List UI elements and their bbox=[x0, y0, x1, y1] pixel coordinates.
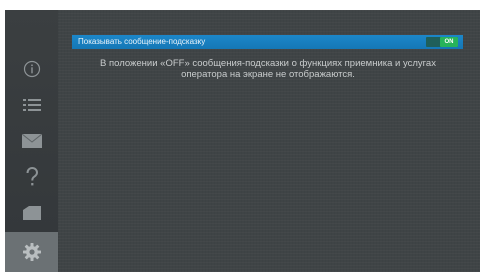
sidebar-item-help[interactable] bbox=[5, 159, 58, 195]
sidebar-item-settings[interactable] bbox=[5, 232, 58, 272]
show-hints-option[interactable]: Показывать сообщение-подсказку ON bbox=[72, 35, 463, 49]
hints-toggle[interactable]: ON bbox=[426, 37, 458, 47]
help-icon bbox=[25, 167, 39, 187]
sidebar-item-info[interactable] bbox=[5, 51, 58, 87]
info-icon bbox=[23, 60, 41, 78]
sidebar-item-list[interactable] bbox=[5, 87, 58, 123]
option-label: Показывать сообщение-подсказку bbox=[78, 37, 206, 46]
settings-panel: Показывать сообщение-подсказку ON В поло… bbox=[58, 10, 480, 272]
gear-icon bbox=[22, 242, 42, 262]
sidebar bbox=[5, 10, 58, 272]
list-icon bbox=[22, 98, 41, 112]
tv-screen: Показывать сообщение-подсказку ON В поло… bbox=[5, 10, 480, 272]
mail-icon bbox=[21, 134, 42, 148]
card-icon bbox=[22, 206, 41, 220]
toggle-state: ON bbox=[440, 37, 458, 47]
sidebar-item-card[interactable] bbox=[5, 195, 58, 231]
sidebar-item-mail[interactable] bbox=[5, 123, 58, 159]
option-description: В положении «OFF» сообщения-подсказки о … bbox=[100, 58, 436, 80]
